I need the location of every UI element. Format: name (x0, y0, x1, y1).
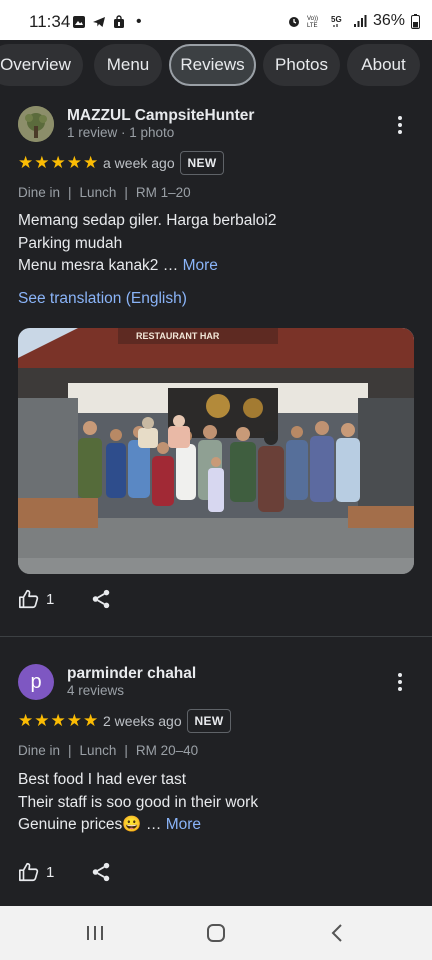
system-icons: Vo)) LTE 5G 36% (287, 12, 420, 30)
photo-icon (73, 16, 85, 28)
new-badge: NEW (180, 151, 224, 175)
review-actions: 1 (18, 588, 112, 610)
dine-mode: Dine in (18, 185, 61, 200)
review-text: Memang sedap giler. Harga berbaloi2 Park… (18, 210, 414, 278)
meal-type: Lunch (79, 743, 117, 758)
review-text: Best food I had ever tast Their staff is… (18, 769, 414, 837)
star-icon: ★ (66, 711, 82, 730)
review-line: Menu mesra kanak2 … More (18, 255, 414, 278)
place-tabs: Overview Menu Reviews Photos About (0, 40, 432, 96)
star-icon: ★ (83, 153, 99, 172)
review-card: MAZZUL CampsiteHunter 1 review · 1 photo… (0, 96, 432, 636)
system-nav-bar (0, 906, 432, 960)
avatar[interactable]: p (18, 664, 54, 700)
more-link[interactable]: More (166, 816, 201, 833)
back-icon (331, 924, 342, 942)
telegram-icon (93, 17, 105, 27)
separator: | (124, 185, 128, 200)
group-photo-image: RESTAURANT HAR (18, 328, 414, 574)
review-line: Parking mudah (18, 234, 123, 252)
signal-icon (353, 15, 367, 27)
star-icon: ★ (50, 711, 66, 730)
review-line-text: Menu mesra kanak2 … (18, 257, 179, 274)
new-badge: NEW (187, 709, 231, 733)
tab-photos[interactable]: Photos (263, 44, 340, 86)
share-icon[interactable] (90, 588, 112, 610)
status-dot: • (136, 13, 142, 30)
review-time: a week ago (103, 155, 175, 171)
author-meta: 4 reviews (67, 683, 125, 698)
avatar-initial: p (30, 670, 42, 693)
status-time: 11:34 (29, 12, 71, 31)
tab-overview[interactable]: Overview (0, 44, 83, 86)
photo-sign-text: RESTAURANT HAR (136, 331, 220, 341)
alarm-icon (288, 17, 299, 27)
star-icon: ★ (34, 711, 50, 730)
tab-reviews[interactable]: Reviews (169, 44, 256, 86)
back-button[interactable] (322, 920, 352, 946)
battery-icon (411, 13, 420, 29)
author-meta: 1 review · 1 photo (67, 125, 175, 140)
meal-type: Lunch (79, 185, 117, 200)
star-icon: ★ (18, 153, 34, 172)
tab-menu[interactable]: Menu (94, 44, 162, 86)
see-translation-link[interactable]: See translation (English) (18, 290, 187, 308)
home-icon (207, 924, 225, 942)
recent-apps-button[interactable] (80, 920, 110, 946)
5g-icon: 5G (331, 15, 342, 27)
volte-icon: Vo))LTE (307, 16, 318, 28)
more-link[interactable]: More (183, 257, 218, 274)
like-count: 1 (46, 590, 55, 608)
separator: | (68, 185, 72, 200)
star-rating: ★ ★ ★ ★ ★ (18, 712, 98, 729)
price-range: RM 1–20 (135, 185, 191, 200)
svg-text:Vo)): Vo)) (307, 16, 318, 22)
status-bar: 11:34 • Vo)) LTE 5G 36% (0, 0, 432, 40)
more-options-button[interactable] (392, 114, 408, 136)
thumbs-up-icon[interactable] (18, 861, 40, 883)
review-line: Best food I had ever tast (18, 771, 187, 788)
review-card: p parminder chahal 4 reviews ★ ★ ★ ★ ★ 2… (0, 655, 432, 905)
dining-details: Dine in | Lunch | RM 1–20 (18, 185, 191, 200)
review-line: Their staff is soo good in their work (18, 793, 259, 811)
thumbs-up-icon[interactable] (18, 588, 40, 610)
review-photo[interactable]: RESTAURANT HAR (18, 328, 414, 574)
svg-text:5G: 5G (331, 15, 342, 24)
dining-details: Dine in | Lunch | RM 20–40 (18, 743, 198, 758)
star-rating: ★ ★ ★ ★ ★ (18, 154, 98, 171)
bag-icon (114, 15, 124, 28)
star-icon: ★ (83, 711, 99, 730)
star-icon: ★ (18, 711, 34, 730)
home-button[interactable] (201, 920, 231, 946)
dine-mode: Dine in (18, 743, 61, 758)
separator: | (68, 743, 72, 758)
review-line: Genuine prices😀 … More (18, 814, 414, 837)
battery-percent: 36% (372, 12, 405, 29)
review-line-text: Genuine prices😀 … (18, 816, 162, 833)
svg-text:LTE: LTE (307, 23, 318, 28)
notification-icons: • (72, 13, 142, 31)
author-name[interactable]: parminder chahal (67, 665, 196, 683)
star-icon: ★ (66, 153, 82, 172)
more-options-button[interactable] (392, 671, 408, 693)
share-icon[interactable] (90, 861, 112, 883)
review-actions: 1 (18, 861, 112, 883)
price-range: RM 20–40 (135, 743, 199, 758)
avatar-photo (18, 106, 54, 142)
review-divider (0, 636, 432, 637)
review-time: 2 weeks ago (103, 713, 182, 729)
review-line: Memang sedap giler. Harga berbaloi2 (18, 212, 277, 229)
star-icon: ★ (34, 153, 50, 172)
author-name[interactable]: MAZZUL CampsiteHunter (67, 107, 254, 125)
like-count: 1 (46, 863, 55, 881)
avatar[interactable] (18, 106, 54, 142)
star-icon: ★ (50, 153, 66, 172)
tab-about[interactable]: About (347, 44, 420, 86)
recent-apps-icon (87, 926, 103, 940)
separator: | (124, 743, 128, 758)
